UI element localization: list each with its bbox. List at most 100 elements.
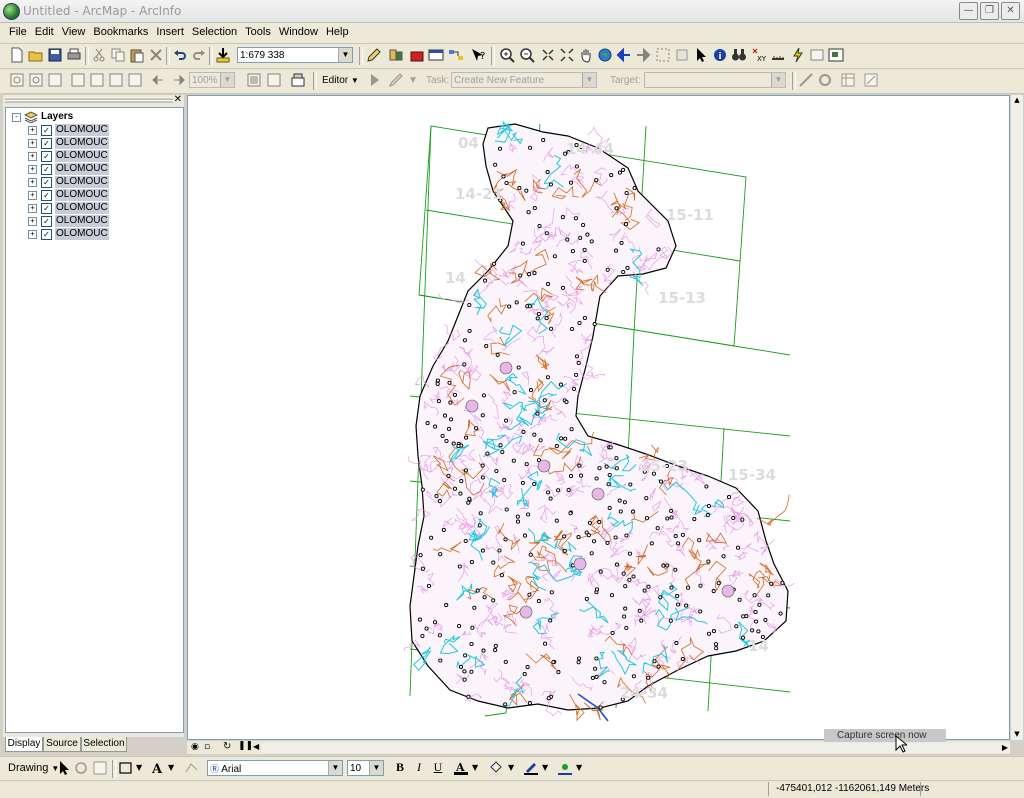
go-to-xy-icon[interactable]: XY (751, 47, 767, 63)
next-extent-icon[interactable] (170, 72, 186, 88)
expand-icon[interactable]: + (28, 178, 37, 187)
menu-edit[interactable]: Edit (31, 23, 58, 38)
layer-visibility-checkbox[interactable]: ✓ (41, 164, 52, 175)
layer-name[interactable]: OLOMOUC (55, 176, 109, 188)
chevron-down-icon[interactable]: ▼ (576, 763, 582, 772)
data-view-globe-icon[interactable]: ◉ (191, 742, 199, 752)
select-elements-arrow-icon[interactable] (693, 47, 709, 63)
model-builder-icon[interactable] (448, 47, 464, 63)
underline-icon[interactable]: U (430, 760, 446, 776)
toggle-draft-mode-icon[interactable] (246, 72, 262, 88)
layer-name[interactable]: OLOMOUC (55, 163, 109, 175)
layer-name[interactable]: OLOMOUC (55, 137, 109, 149)
undo-icon[interactable] (172, 47, 188, 63)
print-icon[interactable] (66, 47, 82, 63)
add-data-icon[interactable] (215, 47, 231, 63)
time-slider-icon[interactable] (809, 47, 825, 63)
redo-icon[interactable] (191, 47, 207, 63)
chevron-down-icon[interactable]: ▼ (542, 763, 548, 772)
capture-screen-button[interactable]: Capture screen now (824, 729, 946, 742)
layer-visibility-checkbox[interactable]: ✓ (41, 229, 52, 240)
find-binoculars-icon[interactable] (731, 47, 747, 63)
tab-selection[interactable]: Selection (81, 737, 127, 752)
zoom-to-selected-icon[interactable] (92, 760, 108, 776)
toc-layer-row[interactable]: + ✓ OLOMOUC (6, 124, 183, 137)
expand-icon[interactable]: + (28, 126, 37, 135)
go-forward-arrow-icon[interactable] (635, 47, 651, 63)
toc-grip[interactable]: ✕ (3, 94, 184, 105)
clear-selection-icon[interactable] (674, 47, 690, 63)
layout-zoom-select[interactable]: 100% ▼ (189, 72, 235, 88)
target-select[interactable]: ▼ (644, 72, 786, 88)
zoom-in-icon[interactable] (499, 47, 515, 63)
chevron-down-icon[interactable]: ▼ (472, 763, 478, 772)
pan-hand-icon[interactable] (578, 47, 594, 63)
layout-pan-icon[interactable] (47, 72, 63, 88)
expand-icon[interactable]: + (28, 152, 37, 161)
font-select[interactable]: Ⓡ Arial ▼ (207, 760, 343, 776)
chevron-down-icon[interactable]: ▼ (508, 763, 514, 772)
overview-window-icon[interactable] (828, 47, 844, 63)
scroll-down-arrow-icon[interactable]: ▼ (1011, 729, 1023, 740)
measure-icon[interactable] (770, 47, 786, 63)
open-folder-icon[interactable] (28, 47, 44, 63)
layout-zoom-in-icon[interactable] (9, 72, 25, 88)
split-tool-icon[interactable] (798, 72, 814, 88)
menu-view[interactable]: View (58, 23, 90, 38)
rectangle-tool-icon[interactable] (118, 760, 134, 776)
minimize-button[interactable]: — (959, 2, 978, 20)
bold-icon[interactable]: B (392, 760, 408, 776)
toc-layer-row[interactable]: + ✓ OLOMOUC (6, 150, 183, 163)
layout-zoom-out-icon[interactable] (28, 72, 44, 88)
menu-selection[interactable]: Selection (188, 23, 241, 38)
whats-this-help-icon[interactable]: ? (470, 47, 486, 63)
paste-icon[interactable] (129, 47, 145, 63)
map-display[interactable]: 04 14-44 14-21 15-11 14 15-13 15-23 15-3… (187, 95, 1010, 740)
layer-name[interactable]: OLOMOUC (55, 150, 109, 162)
marker-color-icon[interactable] (557, 760, 573, 776)
scroll-up-arrow-icon[interactable]: ▲ (1011, 95, 1023, 106)
drawing-menu[interactable]: Drawing ▼ (8, 762, 59, 774)
map-vertical-scrollbar[interactable]: ▲ ▼ (1010, 95, 1023, 740)
edit-vertices-icon[interactable] (184, 760, 200, 776)
layout-view-page-icon[interactable]: ▫ (204, 742, 210, 752)
expand-icon[interactable]: + (28, 230, 37, 239)
close-button[interactable]: ✕ (1001, 2, 1020, 20)
sketch-pencil-icon[interactable] (388, 72, 404, 88)
expand-icon[interactable]: + (28, 217, 37, 226)
menu-tools[interactable]: Tools (241, 23, 275, 38)
arccatalog-icon[interactable] (388, 47, 404, 63)
map-canvas[interactable]: 04 14-44 14-21 15-11 14 15-13 15-23 15-3… (188, 96, 1009, 739)
edit-tool-arrow-icon[interactable] (366, 72, 382, 88)
layer-name[interactable]: OLOMOUC (55, 124, 109, 136)
layer-name[interactable]: OLOMOUC (55, 228, 109, 240)
layout-fixed-zoom-out-icon[interactable] (89, 72, 105, 88)
toc-close-icon[interactable]: ✕ (174, 94, 182, 105)
menu-help[interactable]: Help (322, 23, 353, 38)
chevron-down-icon[interactable]: ▼ (168, 763, 174, 772)
hyperlink-lightning-icon[interactable] (790, 47, 806, 63)
save-icon[interactable] (47, 47, 63, 63)
zoom-out-icon[interactable] (519, 47, 535, 63)
full-extent-globe-icon[interactable] (597, 47, 613, 63)
line-color-pen-icon[interactable] (523, 760, 539, 776)
toc-layer-row[interactable]: + ✓ OLOMOUC (6, 228, 183, 241)
layer-visibility-checkbox[interactable]: ✓ (41, 125, 52, 136)
arctoolbox-icon[interactable] (409, 47, 425, 63)
task-select[interactable]: Create New Feature ▼ (451, 72, 597, 88)
new-text-icon[interactable]: A (150, 760, 166, 777)
sketch-properties-icon[interactable] (863, 72, 879, 88)
expand-icon[interactable]: + (28, 191, 37, 200)
change-layout-icon[interactable] (290, 72, 306, 88)
expand-icon[interactable]: + (28, 204, 37, 213)
fixed-zoom-in-icon[interactable] (540, 47, 556, 63)
expand-icon[interactable]: + (28, 165, 37, 174)
toc-layer-row[interactable]: + ✓ OLOMOUC (6, 189, 183, 202)
tab-source[interactable]: Source (43, 737, 81, 752)
attributes-table-icon[interactable] (840, 72, 856, 88)
fixed-zoom-out-icon[interactable] (559, 47, 575, 63)
tab-display[interactable]: Display (5, 737, 43, 752)
toc-layer-row[interactable]: + ✓ OLOMOUC (6, 137, 183, 150)
font-color-icon[interactable]: A (453, 760, 469, 776)
toc-layer-row[interactable]: + ✓ OLOMOUC (6, 176, 183, 189)
